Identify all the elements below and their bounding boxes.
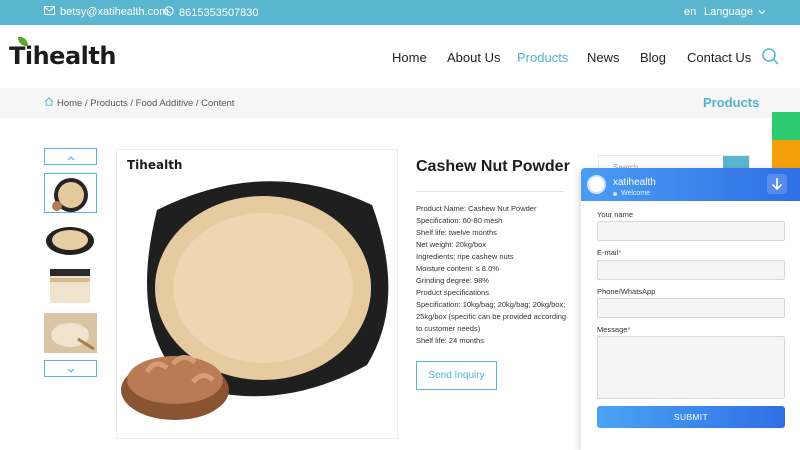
contact-phone[interactable]: 8615353507830 xyxy=(164,6,259,19)
nav-about-us[interactable]: About Us xyxy=(447,50,500,65)
contact-email[interactable]: betsy@xatihealth.com xyxy=(44,6,168,18)
chevron-down-icon xyxy=(67,360,75,378)
minimize-chat-button[interactable] xyxy=(767,174,787,194)
breadcrumb-bar: Home / Products / Food Additive / Conten… xyxy=(0,88,800,118)
spec-line: Specification: 60-80 mesh xyxy=(416,216,503,225)
language-selector[interactable]: Language xyxy=(704,6,766,18)
spec-line: Specification: 10kg/bag; 20kg/bag; 20kg/… xyxy=(416,300,567,333)
nav-blog[interactable]: Blog xyxy=(640,50,666,65)
floating-contact-tab[interactable] xyxy=(772,112,800,140)
thumbnail-prev-button[interactable] xyxy=(44,148,97,165)
section-title: Products xyxy=(703,95,760,110)
whatsapp-icon xyxy=(164,6,174,19)
mail-icon xyxy=(44,6,55,18)
chat-name: xatihealth xyxy=(613,177,656,188)
nav-home[interactable]: Home xyxy=(392,50,427,65)
floating-contact-tab-2[interactable] xyxy=(772,140,800,168)
message-field[interactable] xyxy=(597,336,785,399)
chat-widget: xatihealth Welcome Your name E-mail* Pho… xyxy=(581,168,800,450)
thumbnail-1[interactable] xyxy=(44,173,97,213)
product-specs: Product Name: Cashew Nut Powder Specific… xyxy=(416,203,568,347)
chat-header: xatihealth Welcome xyxy=(581,168,800,201)
nav-news[interactable]: News xyxy=(587,50,620,65)
site-header: Tihealth Home About Us Products News Blo… xyxy=(0,25,800,88)
product-title: Cashew Nut Powder xyxy=(416,158,570,175)
email-field[interactable] xyxy=(597,260,785,280)
language-label: Language xyxy=(704,6,753,18)
spec-line: Grinding degree: 98% xyxy=(416,276,489,285)
message-label: Message* xyxy=(597,325,631,334)
thumbnail-next-button[interactable] xyxy=(44,360,97,377)
email-label: E-mail* xyxy=(597,248,622,257)
name-field[interactable] xyxy=(597,221,785,241)
arrow-down-icon xyxy=(771,178,783,191)
chevron-down-icon xyxy=(758,6,766,18)
spec-line: Ingredients: ripe cashew nuts xyxy=(416,252,514,261)
spec-line: Shelf life: twelve months xyxy=(416,228,497,237)
chevron-up-icon xyxy=(67,148,75,166)
site-logo[interactable]: Tihealth xyxy=(9,35,116,70)
phone-label: Phone/WhatsApp xyxy=(597,287,656,296)
nav-products[interactable]: Products xyxy=(517,50,568,65)
online-status-dot xyxy=(613,192,617,196)
chat-avatar xyxy=(587,175,606,194)
spec-line: Product Name: Cashew Nut Powder xyxy=(416,204,537,213)
top-bar: betsy@xatihealth.com 8615353507830 en La… xyxy=(0,0,800,25)
nav-contact-us[interactable]: Contact Us xyxy=(687,50,751,65)
spec-line: Product specifications xyxy=(416,288,489,297)
name-label: Your name xyxy=(597,210,633,219)
thumbnail-2[interactable] xyxy=(44,219,97,259)
language-code[interactable]: en xyxy=(684,6,696,18)
thumbnail-3[interactable] xyxy=(44,265,97,305)
send-inquiry-button[interactable]: Send Inquiry xyxy=(416,361,497,390)
home-icon xyxy=(44,97,54,109)
spec-line: Shelf life: 24 months xyxy=(416,336,484,345)
submit-button[interactable]: SUBMIT xyxy=(597,406,785,428)
breadcrumb-path: Home / Products / Food Additive / Conten… xyxy=(57,97,235,109)
search-icon[interactable] xyxy=(761,47,781,67)
spec-line: Moisture content: ≤ 8.0% xyxy=(416,264,499,273)
title-divider xyxy=(416,191,564,192)
breadcrumb[interactable]: Home / Products / Food Additive / Conten… xyxy=(44,97,234,109)
phone-field[interactable] xyxy=(597,298,785,318)
thumbnail-4[interactable] xyxy=(44,313,97,353)
email-text: betsy@xatihealth.com xyxy=(60,6,169,18)
phone-text: 8615353507830 xyxy=(179,6,259,19)
spec-line: Net weight: 20kg/box xyxy=(416,240,487,249)
chat-status: Welcome xyxy=(621,190,651,197)
product-image: Tihealth xyxy=(116,149,398,439)
